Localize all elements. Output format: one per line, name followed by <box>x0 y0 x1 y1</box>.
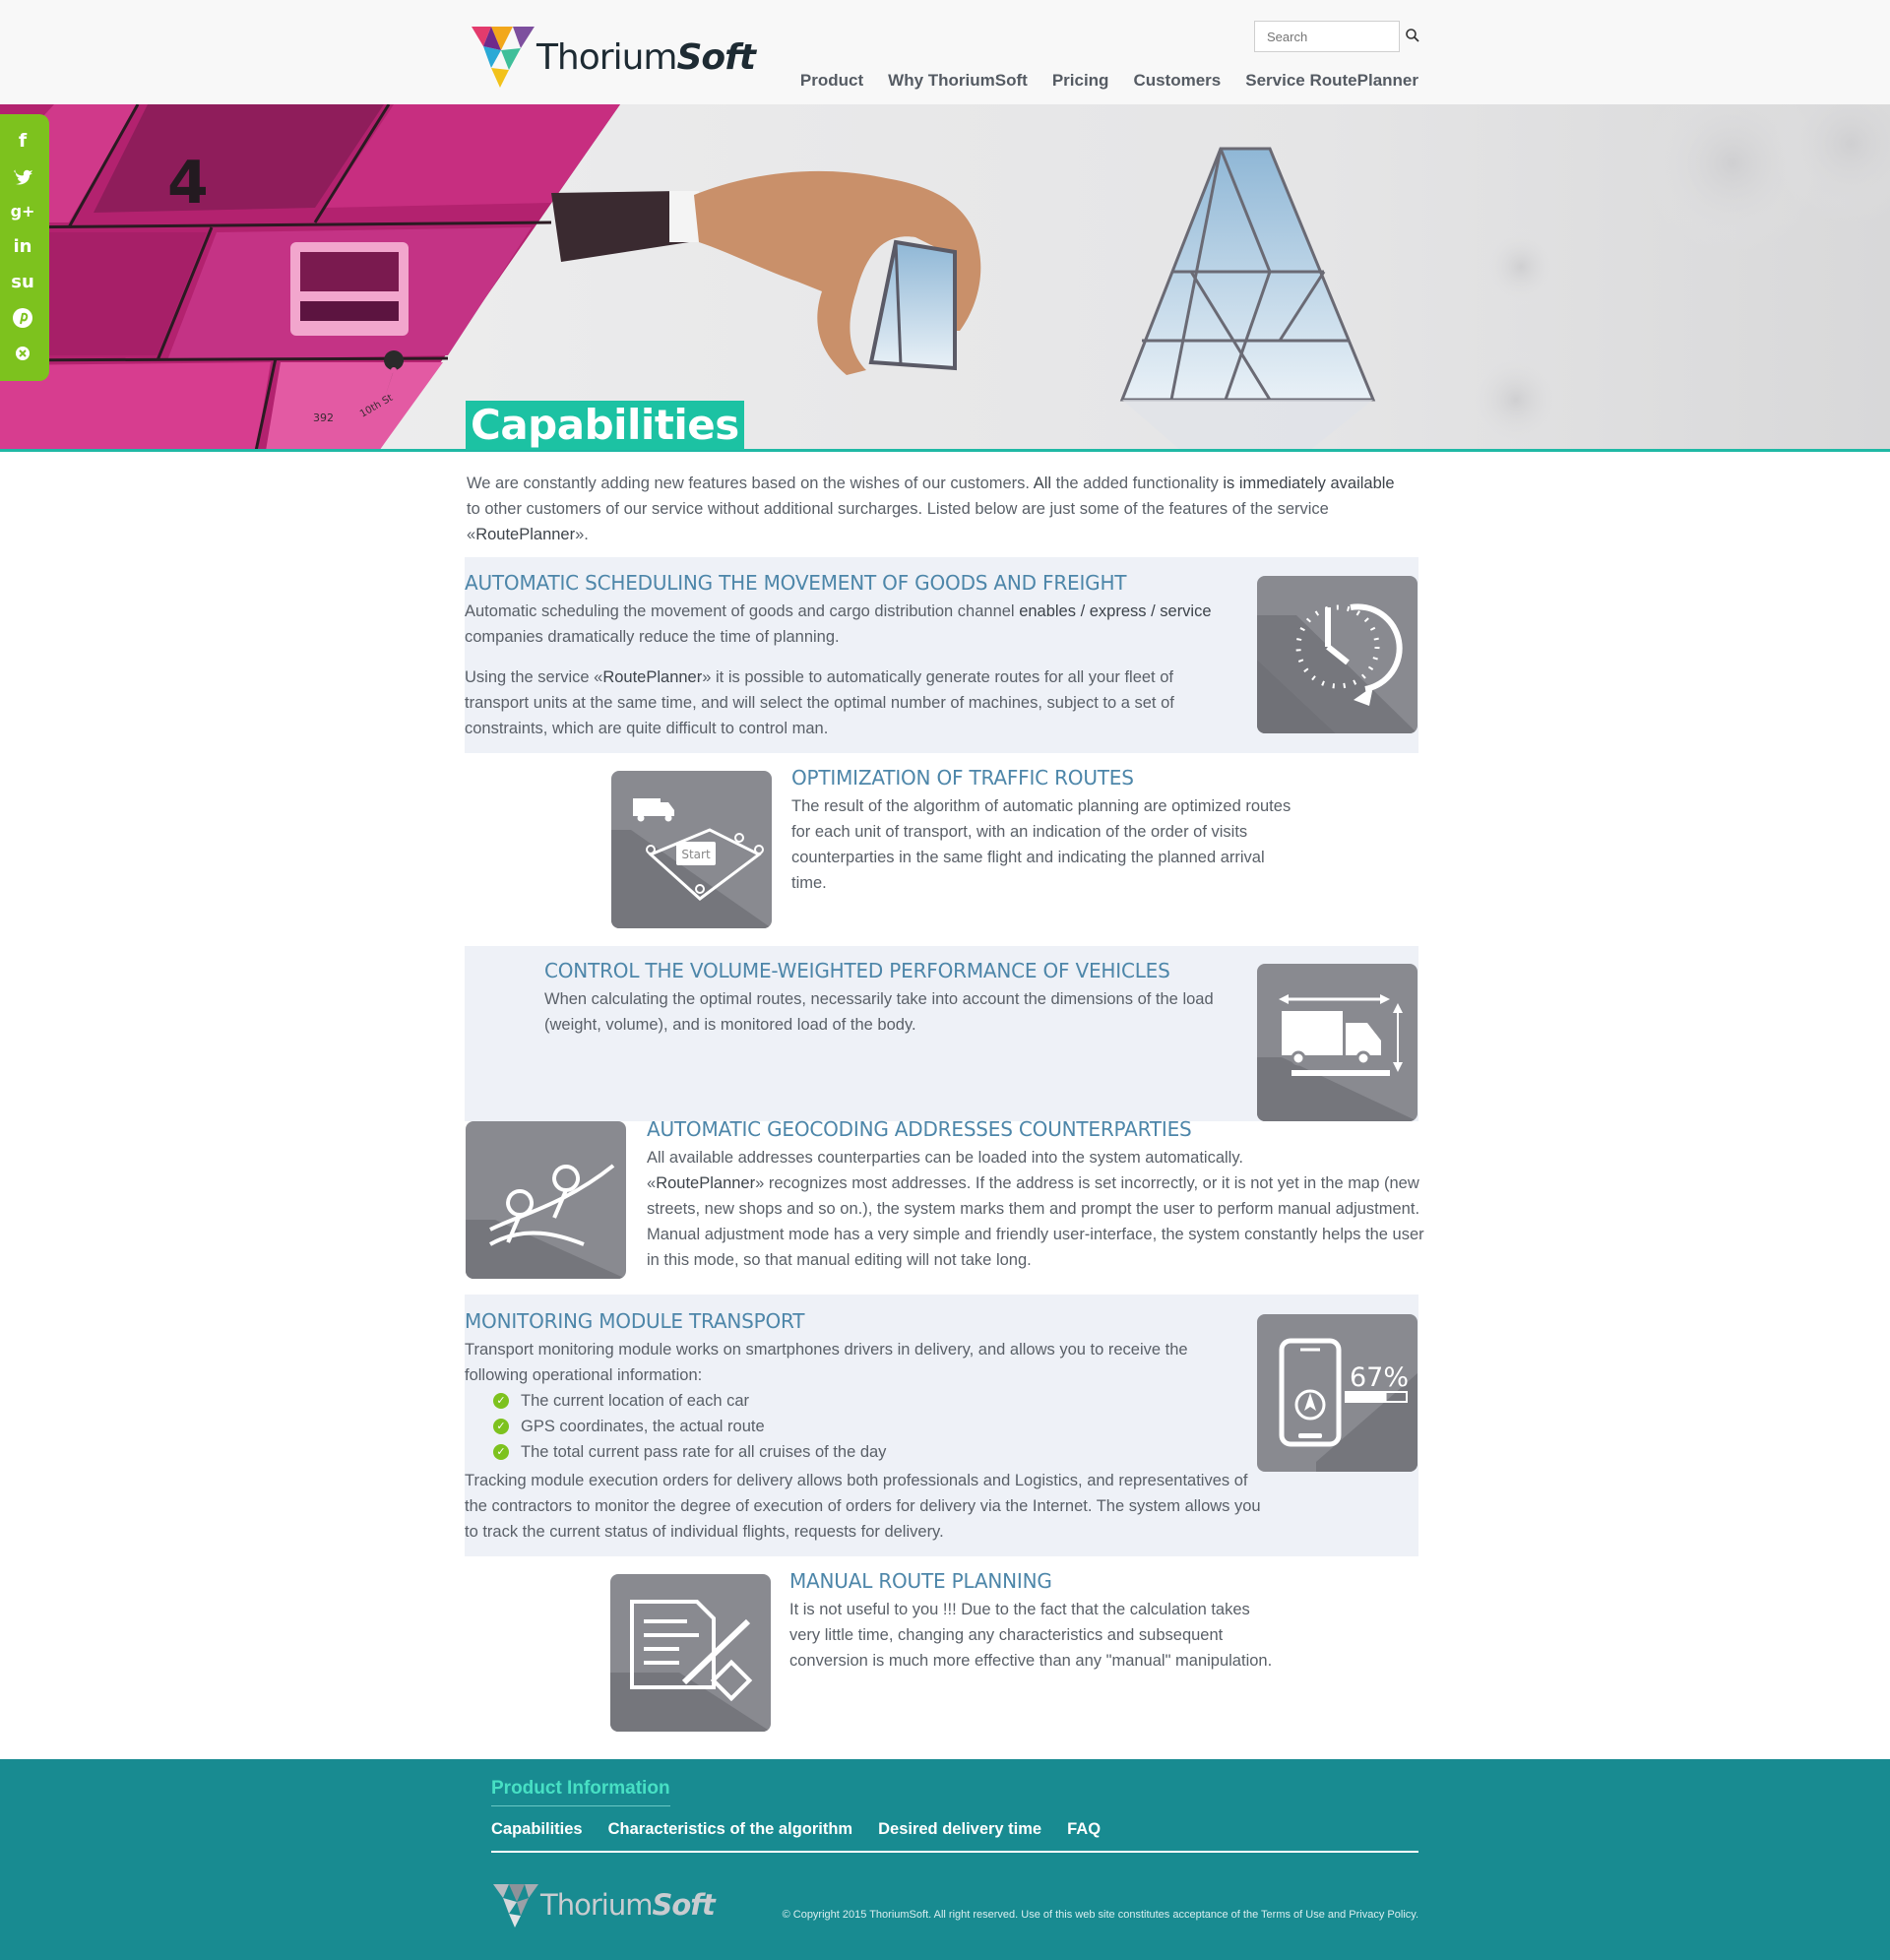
manual-edit-icon <box>610 1600 771 1732</box>
route-start-label: Start <box>681 848 711 861</box>
feature-text-volume: When calculating the optimal routes, nec… <box>544 990 1214 1034</box>
facebook-icon[interactable]: f <box>10 128 35 154</box>
feature-text-monitoring-2: Tracking module execution orders for del… <box>465 1472 1261 1541</box>
manual-planning-tile <box>610 1574 771 1732</box>
footer-link-delivery-time[interactable]: Desired delivery time <box>878 1820 1041 1839</box>
feature-title-manual: MANUAL ROUTE PLANNING <box>789 1569 1052 1593</box>
feature-text-geocoding-1: All available addresses counterparties c… <box>647 1149 1243 1167</box>
feature-title-scheduling: AUTOMATIC SCHEDULING THE MOVEMENT OF GOO… <box>465 571 1127 595</box>
list-item: The current location of each car <box>493 1388 886 1414</box>
hero-banner: 4 392 10th St <box>0 104 1890 451</box>
social-share-bar: f g+ in su <box>0 114 49 381</box>
svg-text:4: 4 <box>167 149 209 218</box>
search-icon[interactable] <box>1405 28 1420 43</box>
map-label-392: 392 <box>313 411 334 424</box>
truck-tile <box>1257 964 1418 1121</box>
footer-link-algorithm[interactable]: Characteristics of the algorithm <box>608 1820 852 1839</box>
footer-logo-mark-icon <box>493 1884 538 1928</box>
truck-dimensions-icon <box>1257 994 1418 1121</box>
map-pins-icon <box>466 1164 626 1279</box>
footer-link-faq[interactable]: FAQ <box>1067 1820 1101 1839</box>
feature-text-geocoding-2: «RoutePlanner» recognizes most addresses… <box>647 1174 1424 1269</box>
clock-tile <box>1257 576 1418 733</box>
footer-divider <box>491 1851 1418 1853</box>
hero-underline <box>0 449 1890 452</box>
smartphone-progress-icon: 67% <box>1279 1338 1418 1472</box>
progress-bar-fill <box>1346 1392 1387 1402</box>
pinterest-icon[interactable] <box>10 305 35 331</box>
copyright-text: © Copyright 2015 ThoriumSoft. All right … <box>782 1909 1418 1921</box>
footer-logo-text: ThoriumSoft <box>540 1888 716 1922</box>
footer-link-capabilities[interactable]: Capabilities <box>491 1820 583 1839</box>
google-plus-icon[interactable]: g+ <box>10 199 35 224</box>
monitoring-tile: 67% <box>1257 1314 1418 1472</box>
monitoring-checklist: The current location of each car GPS coo… <box>493 1388 886 1465</box>
feature-text-optimization: The result of the algorithm of automatic… <box>791 797 1292 892</box>
clock-icon <box>1257 603 1418 733</box>
feature-text-manual: It is not useful to you !!! Due to the f… <box>789 1601 1273 1670</box>
footer-title: Product Information <box>491 1778 670 1806</box>
feature-text-scheduling-2: Using the service «RoutePlanner» it is p… <box>465 668 1174 737</box>
route-tile: Start <box>611 771 772 928</box>
thoriumsoft-logo[interactable]: ThoriumSoft <box>470 25 756 90</box>
twitter-icon[interactable] <box>10 163 35 189</box>
nav-product[interactable]: Product <box>800 71 863 91</box>
logo-mark-icon <box>471 27 535 88</box>
route-map-icon: Start <box>611 798 772 928</box>
logo-text: ThoriumSoft <box>536 36 756 78</box>
feature-title-geocoding: AUTOMATIC GEOCODING ADDRESSES COUNTERPAR… <box>647 1117 1192 1141</box>
feature-title-optimization: OPTIMIZATION OF TRAFFIC ROUTES <box>791 766 1134 790</box>
linkedin-icon[interactable]: in <box>10 234 35 260</box>
feature-text-monitoring-1: Transport monitoring module works on sma… <box>465 1341 1188 1384</box>
page-title: Capabilities <box>466 401 744 450</box>
feature-text-scheduling-1: Automatic scheduling the movement of goo… <box>465 602 1212 646</box>
nav-service-routeplanner[interactable]: Service RoutePlanner <box>1245 71 1418 91</box>
nav-why-thoriumsoft[interactable]: Why ThoriumSoft <box>888 71 1028 91</box>
search-input[interactable] <box>1254 21 1400 52</box>
more-icon[interactable] <box>10 341 35 366</box>
feature-title-volume: CONTROL THE VOLUME-WEIGHTED PERFORMANCE … <box>544 959 1170 982</box>
geocoding-tile <box>466 1121 626 1279</box>
site-footer <box>0 1759 1890 1960</box>
list-item: GPS coordinates, the actual route <box>493 1414 886 1439</box>
nav-customers[interactable]: Customers <box>1133 71 1221 91</box>
nav-pricing[interactable]: Pricing <box>1052 71 1109 91</box>
intro-paragraph: We are constantly adding new features ba… <box>467 474 1395 543</box>
hero-image: 4 392 10th St <box>0 104 1890 451</box>
footer-logo[interactable]: ThoriumSoft <box>491 1880 716 1929</box>
feature-title-monitoring: MONITORING MODULE TRANSPORT <box>465 1309 805 1333</box>
footer-nav: Capabilities Characteristics of the algo… <box>491 1820 1126 1839</box>
list-item: The total current pass rate for all crui… <box>493 1439 886 1465</box>
main-nav: Product Why ThoriumSoft Pricing Customer… <box>776 71 1418 91</box>
progress-percent: 67% <box>1350 1362 1409 1393</box>
stumbleupon-icon[interactable]: su <box>10 270 35 295</box>
